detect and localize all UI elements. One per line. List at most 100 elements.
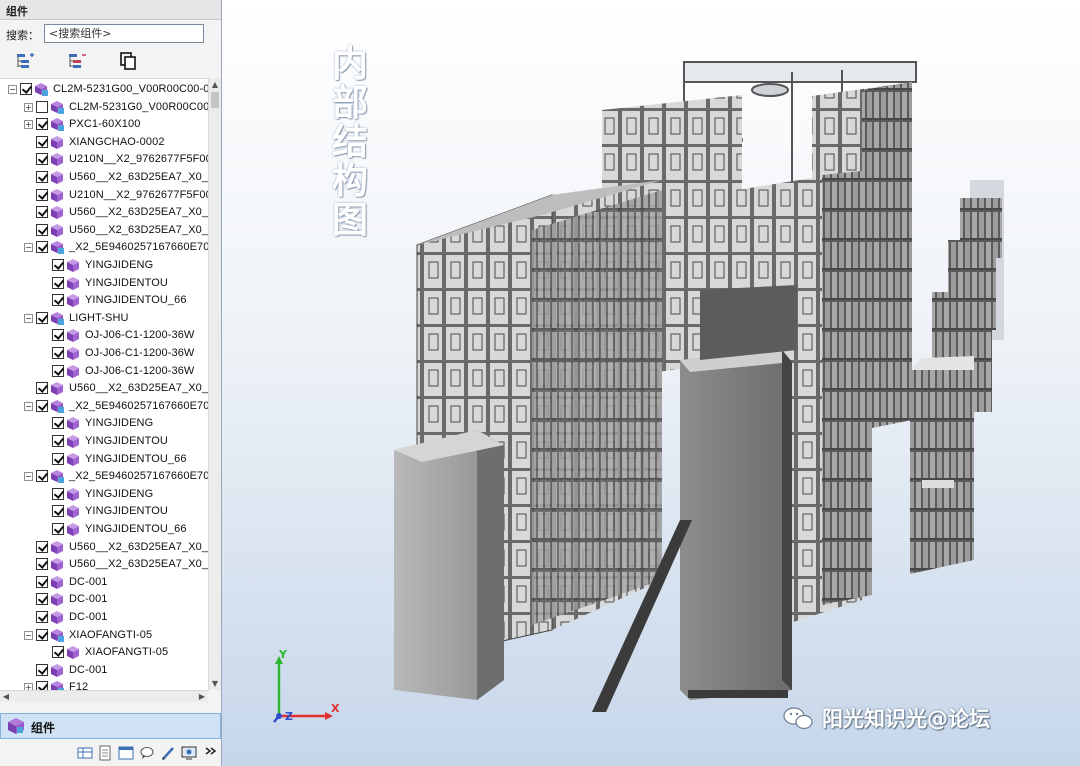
visibility-checkbox[interactable] bbox=[36, 470, 48, 483]
more-chevron-icon[interactable] bbox=[203, 745, 219, 761]
window-icon[interactable] bbox=[118, 745, 134, 761]
tree-row[interactable]: − _X2_5E9460257167660E706 bbox=[0, 468, 208, 486]
tree-row[interactable]: U210N__X2_9762677F5F005 bbox=[0, 187, 208, 205]
tree-row[interactable]: XIAOFANGTI-05 bbox=[0, 644, 208, 662]
tree-row[interactable]: YINGJIDENTOU bbox=[0, 503, 208, 521]
visibility-checkbox[interactable] bbox=[52, 646, 64, 659]
visibility-checkbox[interactable] bbox=[36, 628, 48, 641]
document-icon[interactable] bbox=[97, 745, 113, 761]
expand-all-button[interactable] bbox=[14, 50, 36, 72]
visibility-checkbox[interactable] bbox=[36, 188, 48, 201]
visibility-checkbox[interactable] bbox=[36, 540, 48, 553]
table-view-icon[interactable] bbox=[77, 745, 93, 761]
pen-icon[interactable] bbox=[160, 745, 176, 761]
visibility-checkbox[interactable] bbox=[36, 575, 48, 588]
visibility-checkbox[interactable] bbox=[36, 593, 48, 606]
tree-row[interactable]: − CL2M-5231G00_V00R00C00-00 bbox=[0, 81, 208, 99]
tree-row[interactable]: YINGJIDENTOU_66 bbox=[0, 521, 208, 539]
visibility-checkbox[interactable] bbox=[52, 523, 64, 535]
visibility-checkbox[interactable] bbox=[36, 399, 48, 412]
visibility-checkbox[interactable] bbox=[36, 663, 48, 676]
tree-row[interactable]: YINGJIDENTOU bbox=[0, 275, 208, 293]
visibility-checkbox[interactable] bbox=[52, 452, 64, 465]
comment-icon[interactable] bbox=[139, 745, 155, 761]
tree-row[interactable]: YINGJIDENTOU_66 bbox=[0, 451, 208, 469]
tab-components[interactable]: 组件 bbox=[0, 713, 221, 739]
screen-icon[interactable] bbox=[181, 745, 197, 761]
tree-row[interactable]: YINGJIDENG bbox=[0, 257, 208, 275]
visibility-checkbox[interactable] bbox=[36, 100, 48, 113]
tree-row[interactable]: U210N__X2_9762677F5F005 bbox=[0, 151, 208, 169]
tree-row[interactable]: U560__X2_63D25EA7_X0__6 bbox=[0, 556, 208, 574]
scroll-thumb[interactable] bbox=[211, 92, 219, 108]
collapse-icon[interactable]: − bbox=[24, 401, 33, 411]
collapse-all-button[interactable] bbox=[66, 50, 88, 72]
collapse-icon[interactable]: − bbox=[24, 630, 33, 640]
visibility-checkbox[interactable] bbox=[36, 223, 48, 236]
expand-icon[interactable]: + bbox=[24, 102, 33, 112]
tree-row[interactable]: DC-001 bbox=[0, 662, 208, 680]
scroll-right-icon[interactable]: ▶ bbox=[196, 691, 208, 703]
visibility-checkbox[interactable] bbox=[52, 417, 64, 430]
visibility-checkbox[interactable] bbox=[36, 171, 48, 183]
scroll-up-icon[interactable]: ▲ bbox=[209, 78, 221, 91]
collapse-icon[interactable]: − bbox=[8, 85, 17, 94]
visibility-checkbox[interactable] bbox=[36, 611, 48, 623]
scroll-down-icon[interactable]: ▼ bbox=[209, 677, 221, 690]
collapse-icon[interactable]: − bbox=[24, 243, 33, 253]
expand-icon[interactable]: + bbox=[24, 120, 33, 130]
collapse-icon[interactable]: − bbox=[24, 472, 33, 482]
visibility-checkbox[interactable] bbox=[36, 135, 48, 148]
visibility-checkbox[interactable] bbox=[36, 153, 48, 166]
search-input[interactable] bbox=[44, 24, 204, 43]
visibility-checkbox[interactable] bbox=[52, 329, 64, 342]
visibility-checkbox[interactable] bbox=[52, 276, 64, 289]
visibility-checkbox[interactable] bbox=[52, 364, 64, 377]
tree-row[interactable]: + PXC1-60X100 bbox=[0, 116, 208, 134]
tree-row[interactable]: DC-001 bbox=[0, 609, 208, 627]
tree-row[interactable]: U560__X2_63D25EA7_X0__6 bbox=[0, 169, 208, 187]
visibility-checkbox[interactable] bbox=[36, 681, 48, 690]
tree-row[interactable]: OJ-J06-C1-1200-36W bbox=[0, 363, 208, 381]
tree-row[interactable]: DC-001 bbox=[0, 591, 208, 609]
visibility-checkbox[interactable] bbox=[52, 294, 64, 307]
tree-row[interactable]: U560__X2_63D25EA7_X0__6 bbox=[0, 539, 208, 557]
visibility-checkbox[interactable] bbox=[52, 487, 64, 500]
tree-row[interactable]: U560__X2_63D25EA7_X0__6 bbox=[0, 222, 208, 240]
visibility-checkbox[interactable] bbox=[36, 311, 48, 324]
visibility-checkbox[interactable] bbox=[36, 118, 48, 131]
tree-row[interactable]: U560__X2_63D25EA7_X0__6 bbox=[0, 380, 208, 398]
tree-vertical-scrollbar[interactable]: ▲ ▼ bbox=[208, 78, 221, 690]
tree-row[interactable]: + F12 bbox=[0, 679, 208, 690]
visibility-checkbox[interactable] bbox=[52, 505, 64, 518]
3d-viewport[interactable]: 内 部 结 构 图 Y X Z 阳光知识光@论坛 bbox=[222, 0, 1080, 766]
tree-row[interactable]: − XIAOFANGTI-05 bbox=[0, 627, 208, 645]
tree-row[interactable]: − LIGHT-SHU bbox=[0, 310, 208, 328]
tree-row[interactable]: OJ-J06-C1-1200-36W bbox=[0, 327, 208, 345]
part-icon bbox=[67, 417, 79, 431]
visibility-checkbox[interactable] bbox=[36, 206, 48, 219]
tree-row[interactable]: OJ-J06-C1-1200-36W bbox=[0, 345, 208, 363]
tree-row[interactable]: YINGJIDENTOU bbox=[0, 433, 208, 451]
tree-row[interactable]: DC-001 bbox=[0, 574, 208, 592]
tree-row[interactable]: + CL2M-5231G0_V00R00C00- bbox=[0, 99, 208, 117]
visibility-checkbox[interactable] bbox=[52, 259, 64, 271]
scroll-left-icon[interactable]: ◀ bbox=[0, 691, 12, 703]
visibility-checkbox[interactable] bbox=[36, 558, 48, 571]
visibility-checkbox[interactable] bbox=[36, 382, 48, 395]
tree-row[interactable]: YINGJIDENG bbox=[0, 415, 208, 433]
visibility-checkbox[interactable] bbox=[52, 435, 64, 447]
tree-row[interactable]: YINGJIDENTOU_66 bbox=[0, 292, 208, 310]
tree-horizontal-scrollbar[interactable]: ◀ ▶ bbox=[0, 690, 208, 702]
tree-row[interactable]: XIANGCHAO-0002 bbox=[0, 134, 208, 152]
tree-row[interactable]: − _X2_5E9460257167660E706 bbox=[0, 398, 208, 416]
copy-button[interactable] bbox=[117, 50, 139, 72]
visibility-checkbox[interactable] bbox=[20, 83, 32, 95]
visibility-checkbox[interactable] bbox=[52, 347, 64, 359]
expand-icon[interactable]: + bbox=[24, 683, 33, 690]
tree-row[interactable]: YINGJIDENG bbox=[0, 486, 208, 504]
tree-row[interactable]: − _X2_5E9460257167660E706 bbox=[0, 239, 208, 257]
collapse-icon[interactable]: − bbox=[24, 313, 33, 323]
visibility-checkbox[interactable] bbox=[36, 241, 48, 254]
tree-row[interactable]: U560__X2_63D25EA7_X0__6 bbox=[0, 204, 208, 222]
